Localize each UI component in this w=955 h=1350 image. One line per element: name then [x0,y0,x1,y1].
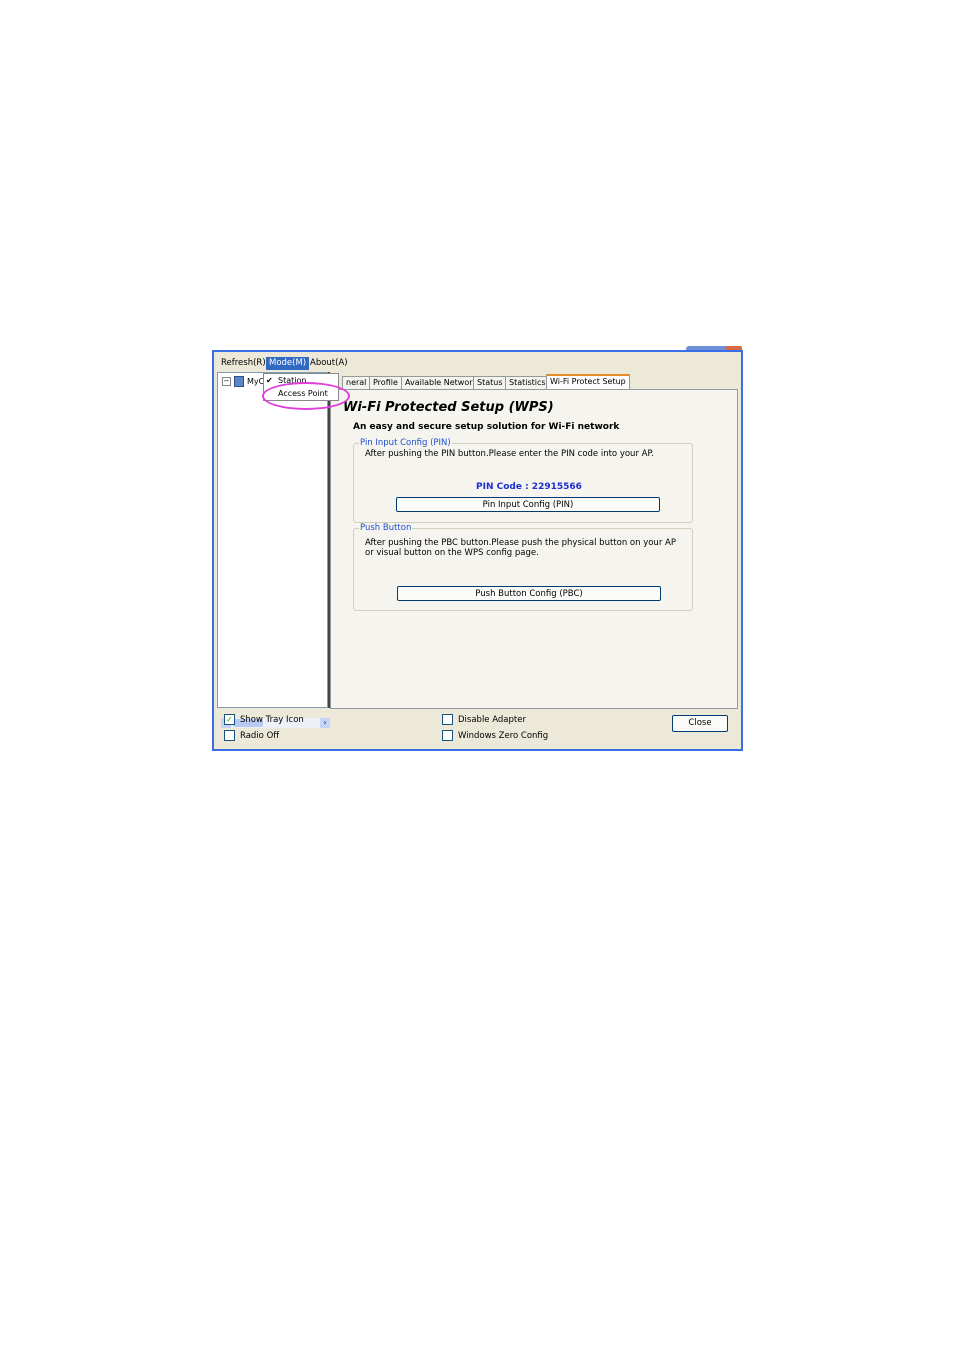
show-tray-icon-label: Show Tray Icon [240,715,304,725]
wps-panel: Wi-Fi Protected Setup (WPS) An easy and … [330,389,738,709]
pin-input-group: Pin Input Config (PIN) After pushing the… [353,438,693,523]
menu-bar: Refresh(R) Mode(M) About(A) [214,356,741,370]
push-group-title: Push Button [359,523,413,533]
checkbox-icon[interactable] [442,714,453,725]
page-subtitle: An easy and secure setup solution for Wi… [353,422,620,432]
menu-mode[interactable]: Mode(M) [266,357,310,370]
windows-zero-config-label: Windows Zero Config [458,731,549,741]
checkbox-icon[interactable] [442,730,453,741]
pin-code: PIN Code : 22915566 [476,482,582,492]
menu-refresh[interactable]: Refresh(R) [218,357,269,370]
app-window: Refresh(R) Mode(M) About(A) −MyC ‹ › ner… [212,350,743,751]
push-button-group: Push Button After pushing the PBC button… [353,523,693,611]
close-button[interactable]: Close [672,715,728,732]
tab-general[interactable]: neral [342,376,371,389]
pin-input-config-button[interactable]: Pin Input Config (PIN) [396,497,660,512]
push-button-config-button[interactable]: Push Button Config (PBC) [397,586,661,601]
radio-off-label: Radio Off [240,731,280,741]
show-tray-icon-checkbox[interactable]: ✓ Show Tray Icon [224,714,304,726]
checkbox-icon[interactable] [224,730,235,741]
scroll-right-icon[interactable]: › [320,718,330,728]
collapse-icon[interactable]: − [222,377,231,386]
tree-node[interactable]: − MyC [222,376,264,388]
windows-zero-config-checkbox[interactable]: Windows Zero Config [442,730,548,742]
push-group-description-line2: or visual button on the WPS config page. [365,548,539,558]
disable-adapter-label: Disable Adapter [458,715,526,725]
menu-about[interactable]: About(A) [307,357,351,370]
checkbox-checked-icon[interactable]: ✓ [224,714,235,725]
page-title: Wi-Fi Protected Setup (WPS) [343,400,554,415]
tab-status[interactable]: Status [473,376,507,389]
tree-node-label: MyC [247,377,265,386]
radio-off-checkbox[interactable]: Radio Off [224,730,279,742]
station-check-icon: ✔ [266,376,273,385]
pin-group-title: Pin Input Config (PIN) [359,438,452,448]
tab-profile[interactable]: Profile [369,376,402,389]
tab-statistics[interactable]: Statistics [505,376,550,389]
push-group-description-line1: After pushing the PBC button.Please push… [365,538,676,548]
pin-group-description: After pushing the PIN button.Please ente… [365,449,654,459]
adapter-tree[interactable]: −MyC ‹ › [217,372,330,728]
highlight-circle [262,382,350,410]
disable-adapter-checkbox[interactable]: Disable Adapter [442,714,526,726]
tab-available-network[interactable]: Available Network [401,376,482,389]
computer-icon [234,376,244,387]
